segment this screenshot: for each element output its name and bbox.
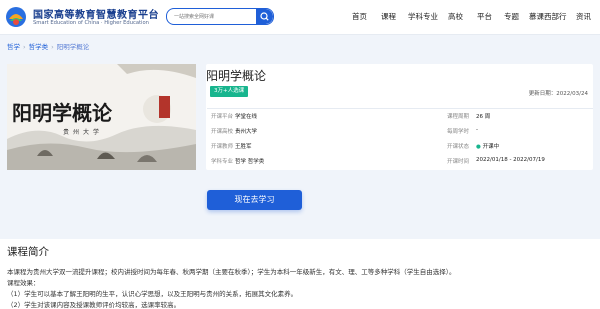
top-header: 国家高等教育智慧教育平台 Smart Education of China · … [0,0,600,35]
meta-label: 开课时间 [447,159,470,165]
meta-duration-row: 课程周期 26 周 [443,109,593,124]
nav-home[interactable]: 首页 [352,11,367,22]
brand-title[interactable]: 国家高等教育智慧教育平台 [33,6,159,21]
update-date: 更新日期：2022/03/24 [528,91,588,97]
meta-label: 学科专业 [211,159,234,165]
breadcrumb-philosophy[interactable]: 哲学 [7,43,20,51]
status-dot-icon: ● [476,144,481,150]
nav-topics[interactable]: 专题 [504,11,519,22]
meta-status-row: 开课状态 ● 开课中 [443,139,593,154]
meta-label: 开课平台 [211,114,234,120]
cover-subtitle-text: 贵州大学 [63,128,103,136]
search-icon [260,12,269,21]
meta-university-row: 开课高校 贵州大学 [207,124,397,139]
nav-platforms[interactable]: 平台 [477,11,492,22]
start-learning-button[interactable]: 现在去学习 [207,190,302,210]
breadcrumb: 哲学 › 哲学类 › 阳明学概论 [7,41,89,51]
nav-disciplines[interactable]: 学科专业 [408,11,438,22]
meta-teacher-row: 开课教师 王胜军 [207,139,397,154]
meta-value[interactable]: 学堂在线 [235,112,257,120]
course-meta-table: 开课平台 学堂在线 开课高校 贵州大学 开课教师 王胜军 学科专业 哲学 哲学类… [207,108,593,169]
intro-paragraph: 本课程为贵州大学双一流提升课程；校内讲授时间为每年春、秋两学期（主要在秋季）；学… [7,268,456,276]
chevron-right-icon: › [51,43,54,51]
meta-discipline-row: 学科专业 哲学 哲学类 [207,154,397,169]
meta-dates-row: 开课时间 2022/01/18 - 2022/07/19 [443,154,593,169]
nav-courses[interactable]: 课程 [381,11,396,22]
meta-value[interactable]: 贵州大学 [235,127,257,135]
cover-title-text: 阳明学概论 [12,101,113,125]
search-input[interactable] [167,9,260,24]
meta-label: 课程周期 [447,114,470,120]
cover-artwork: 阳明学概论 贵州大学 [7,64,196,170]
meta-label: 开课高校 [211,129,234,135]
search-button[interactable] [256,9,273,24]
nav-mooc-west[interactable]: 慕课西部行 [529,11,567,22]
intro-paragraph: （1）学生可以基本了解王阳明的生平，认识心学思想，以及王阳明与贵州的关系，拓展其… [7,290,298,298]
nav-universities[interactable]: 高校 [448,11,463,22]
intro-paragraph: 课程效果： [7,279,40,287]
search-bar [166,8,274,25]
course-cover-image: 阳明学概论 贵州大学 [7,64,196,170]
platform-logo-icon[interactable] [4,5,28,29]
status-value: ● 开课中 [476,142,499,150]
meta-label: 开课状态 [447,144,470,150]
meta-value[interactable]: 哲学 哲学类 [235,157,264,165]
meta-value[interactable]: 王胜军 [235,142,252,150]
meta-weekly-hours-row: 每周学时 - [443,124,593,139]
breadcrumb-philosophy-category[interactable]: 哲学类 [29,43,49,51]
meta-value: 26 周 [476,114,491,120]
nav-news[interactable]: 资讯 [576,11,591,22]
meta-label: 每周学时 [447,129,470,135]
brand-subtitle: Smart Education of China · Higher Educat… [33,20,149,26]
intro-paragraph: （2）学生对该课内容及授课教师评价均较高，选课率较高。 [7,301,181,309]
enrollment-badge: 3万+人选课 [210,86,249,97]
chevron-right-icon: › [23,43,26,51]
meta-platform-row: 开课平台 学堂在线 [207,109,397,124]
course-title: 阳明学概论 [206,69,267,83]
intro-heading: 课程简介 [7,246,49,258]
meta-value: - [476,127,478,133]
meta-value: 2022/01/18 - 2022/07/19 [476,157,545,163]
status-text: 开课中 [482,144,500,150]
meta-label: 开课教师 [211,144,234,150]
breadcrumb-current: 阳明学概论 [56,43,90,51]
